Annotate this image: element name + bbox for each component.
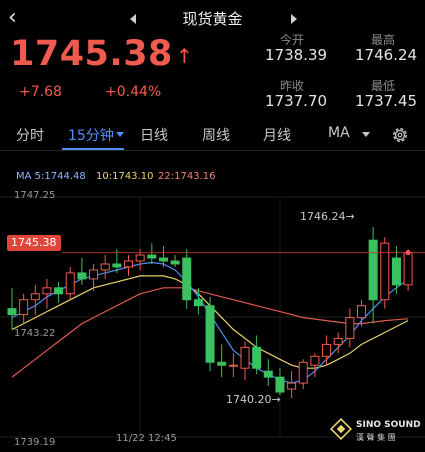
candle-body: [112, 263, 122, 268]
candle-body: [158, 257, 168, 262]
candle-body: [310, 355, 320, 366]
candle-body: [124, 260, 133, 268]
current-price-tag: 1745.38: [7, 235, 61, 251]
price-change-pct: +0.44%: [105, 84, 162, 100]
candle-body: [19, 299, 29, 316]
candle-body: [228, 364, 238, 367]
tab-weekly[interactable]: 周线: [202, 125, 230, 145]
tab-time-share[interactable]: 分时: [16, 125, 44, 145]
candle-body: [391, 257, 401, 286]
candle-body: [252, 346, 262, 369]
candle-body: [298, 361, 308, 384]
page-title: 现货黄金: [182, 10, 243, 28]
watermark-name: SINO SOUND: [356, 420, 421, 430]
ma22-legend: 22:1743.16: [158, 171, 216, 182]
chevron-down-icon[interactable]: [116, 132, 124, 137]
period-tabs: 分时 15分钟 日线 周线 月线 MA: [0, 120, 425, 151]
prev-close-value: 1737.70: [265, 92, 328, 110]
last-price: 1745.38: [10, 34, 173, 74]
tab-ma[interactable]: MA: [328, 125, 350, 141]
candle-body: [100, 263, 110, 271]
candle-body: [240, 346, 250, 369]
candle-body: [77, 272, 87, 280]
candle-body: [263, 370, 273, 378]
candle-body: [380, 242, 390, 301]
tab-15min[interactable]: 15分钟: [68, 125, 114, 145]
top-nav: ‹ 现货黄金: [0, 0, 425, 34]
y-axis-bottom-label: 1739.19: [14, 437, 56, 448]
sino-sound-logo: [329, 417, 353, 441]
last-price-dot: [405, 250, 411, 256]
active-tab-indicator: [62, 148, 124, 150]
up-arrow-icon: ↑: [176, 44, 193, 68]
candle-body: [322, 343, 332, 357]
candle-body: [205, 305, 215, 363]
gear-icon[interactable]: [391, 126, 409, 144]
candle-body: [217, 361, 227, 366]
high-value: 1746.24: [355, 46, 418, 64]
candle-body: [287, 382, 297, 390]
open-value: 1738.39: [265, 46, 328, 64]
high-marker-label: 1746.24→: [300, 210, 355, 223]
candle-body: [42, 287, 52, 295]
price-change: +7.68: [19, 84, 62, 100]
candle-body: [368, 239, 378, 301]
candle-body: [333, 337, 343, 345]
low-value: 1737.45: [355, 92, 418, 110]
ma5-legend: MA 5:1744.48: [16, 171, 86, 182]
chevron-down-icon[interactable]: [362, 132, 370, 137]
candle-body: [89, 269, 99, 280]
candle-body: [193, 299, 203, 307]
candle-body: [345, 317, 355, 339]
y-axis-mid-label: 1743.22: [14, 328, 56, 339]
candle-body: [54, 287, 64, 295]
candle-body: [30, 293, 40, 301]
low-marker-label: 1740.20→: [226, 393, 281, 406]
ma10-legend: 10:1743.10: [96, 171, 154, 182]
tab-daily[interactable]: 日线: [140, 125, 168, 145]
next-instrument-icon[interactable]: [291, 14, 297, 24]
candle-body: [170, 260, 180, 265]
candle-body: [403, 252, 413, 286]
watermark-name-cn: 漢 聲 集 團: [356, 433, 396, 442]
sino-sound-watermark: SINO SOUND 漢 聲 集 團: [329, 417, 421, 444]
y-axis-top-label: 1747.25: [14, 190, 56, 201]
candle-body: [275, 376, 285, 393]
candle-body: [182, 257, 192, 301]
candle-body: [65, 272, 75, 295]
candle-body: [357, 305, 366, 319]
tab-monthly[interactable]: 月线: [263, 125, 291, 145]
x-axis-time-label: 11/22 12:45: [116, 433, 177, 444]
candle-body: [7, 308, 17, 316]
candle-body: [147, 254, 157, 259]
candle-body: [135, 254, 145, 262]
